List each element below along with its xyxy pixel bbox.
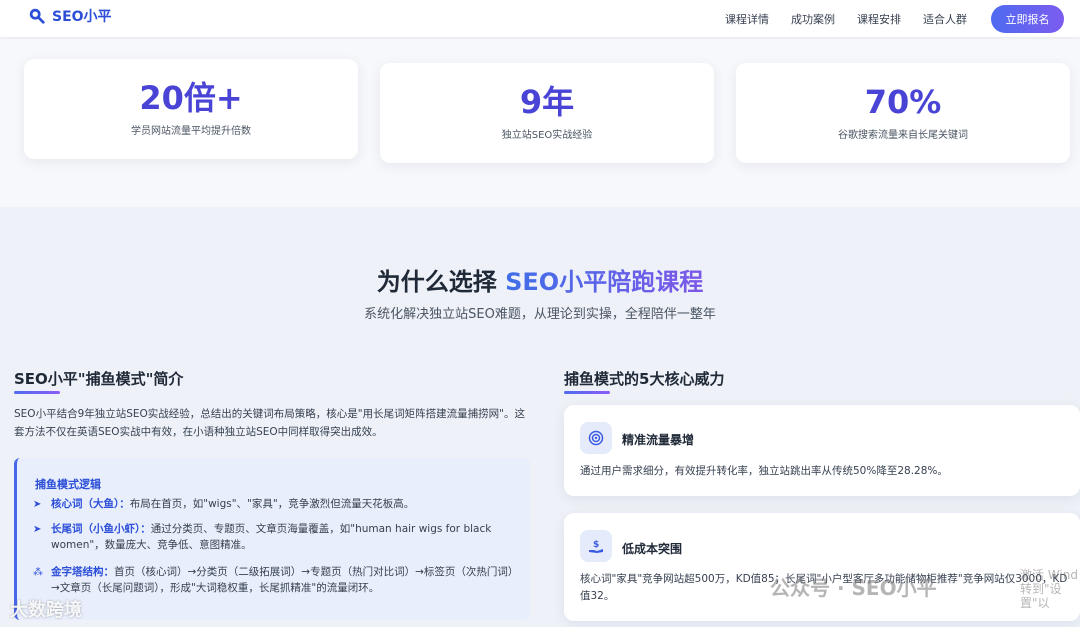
heading-underline xyxy=(564,391,610,394)
power-card: $ 低成本突围 核心词"家具"竞争网站超500万，KD值85；长尾词"小户型客厅… xyxy=(564,513,1080,621)
logic-item: ➤ 长尾词（小鱼小虾）：通过分类页、专题页、文章页海量覆盖，如"human ha… xyxy=(33,521,523,553)
activation-line-1: 激活 Wind xyxy=(1020,568,1078,582)
activation-line-2: 转到"设置"以 xyxy=(1020,582,1062,610)
top-nav-bar: SEO小平 课程详情 成功案例 课程安排 适合人群 立即报名 xyxy=(0,0,1080,37)
stat-value: 20倍+ xyxy=(139,78,243,117)
logic-item-key: 金字塔结构： xyxy=(51,566,114,578)
logic-item-key: 核心词（大鱼）： xyxy=(51,498,130,510)
logic-item-text: 核心词（大鱼）：布局在首页，如"wigs"、"家具"，竞争激烈但流量天花板高。 xyxy=(51,496,414,513)
stat-card: 70% 谷歌搜索流量来自长尾关键词 xyxy=(736,63,1070,163)
section-title-highlight: SEO小平陪跑课程 xyxy=(505,268,704,296)
stat-value: 9年 xyxy=(519,82,575,121)
logic-item-desc: 首页（核心词）→分类页（二级拓展词）→专题页（热门对比词）→标签页（次热门词）→… xyxy=(51,566,519,594)
logic-item-key: 长尾词（小鱼小虾）： xyxy=(51,523,151,535)
section-title-prefix: 为什么选择 xyxy=(376,268,506,296)
stat-value: 70% xyxy=(864,82,942,121)
stat-card: 9年 独立站SEO实战经验 xyxy=(380,63,714,163)
logic-item-text: 长尾词（小鱼小虾）：通过分类页、专题页、文章页海量覆盖，如"human hair… xyxy=(51,521,523,553)
section-title: 为什么选择 SEO小平陪跑课程 xyxy=(0,262,1080,297)
nav-target-audience[interactable]: 适合人群 xyxy=(923,11,967,27)
logic-box: 捕鱼模式逻辑 ➤ 核心词（大鱼）：布局在首页，如"wigs"、"家具"，竞争激烈… xyxy=(14,458,530,620)
power-card: 精准流量暴增 通过用户需求细分，有效提升转化率，独立站跳出率从传统50%降至28… xyxy=(564,405,1080,496)
intro-paragraph: SEO小平结合9年独立站SEO实战经验，总结出的关键词布局策略，核心是"用长尾词… xyxy=(14,408,525,438)
fish-icon: ➤ xyxy=(33,499,42,510)
logo-text: SEO小平 xyxy=(52,9,112,25)
section-subtitle: 系统化解决独立站SEO难题，从理论到实操，全程陪伴一整年 xyxy=(364,307,716,322)
signup-button[interactable]: 立即报名 xyxy=(991,4,1064,33)
sitemap-icon: ⁂ xyxy=(33,567,43,578)
logic-title: 捕鱼模式逻辑 xyxy=(35,478,101,491)
watermark-left: 大数跨境 xyxy=(10,600,82,621)
logic-item: ⁂ 金字塔结构：首页（核心词）→分类页（二级拓展词）→专题页（热门对比词）→标签… xyxy=(33,564,523,596)
stat-label: 学员网站流量平均提升倍数 xyxy=(131,125,251,137)
money-hand-icon: $ xyxy=(580,530,612,562)
logic-item-text: 金字塔结构：首页（核心词）→分类页（二级拓展词）→专题页（热门对比词）→标签页（… xyxy=(51,564,523,596)
activation-watermark: 激活 Wind 转到"设置"以 xyxy=(1020,568,1080,610)
fish-icon: ➤ xyxy=(33,524,42,535)
logic-item: ➤ 核心词（大鱼）：布局在首页，如"wigs"、"家具"，竞争激烈但流量天花板高… xyxy=(33,496,523,513)
intro-heading: SEO小平"捕鱼模式"简介 xyxy=(14,370,184,388)
power-desc: 通过用户需求细分，有效提升转化率，独立站跳出率从传统50%降至28.28%。 xyxy=(580,465,948,477)
logic-item-desc: 布局在首页，如"wigs"、"家具"，竞争激烈但流量天花板高。 xyxy=(129,498,415,510)
stat-label: 独立站SEO实战经验 xyxy=(501,129,593,141)
nav-course-schedule[interactable]: 课程安排 xyxy=(857,11,901,27)
nav-menu: 课程详情 成功案例 课程安排 适合人群 立即报名 xyxy=(725,0,1080,37)
nav-success-cases[interactable]: 成功案例 xyxy=(791,11,835,27)
search-logo-icon xyxy=(29,8,45,24)
nav-course-details[interactable]: 课程详情 xyxy=(725,11,769,27)
powers-heading: 捕鱼模式的5大核心威力 xyxy=(564,370,725,388)
stat-label: 谷歌搜索流量来自长尾关键词 xyxy=(838,129,968,141)
watermark-right: 公众号 · SEO小平 xyxy=(770,576,937,600)
logo[interactable]: SEO小平 xyxy=(28,6,112,26)
svg-text:$: $ xyxy=(593,540,599,550)
power-name: 精准流量暴增 xyxy=(622,433,695,447)
target-icon xyxy=(580,422,612,454)
heading-underline xyxy=(14,391,60,394)
stat-card: 20倍+ 学员网站流量平均提升倍数 xyxy=(24,59,358,159)
power-name: 低成本突围 xyxy=(622,542,683,556)
